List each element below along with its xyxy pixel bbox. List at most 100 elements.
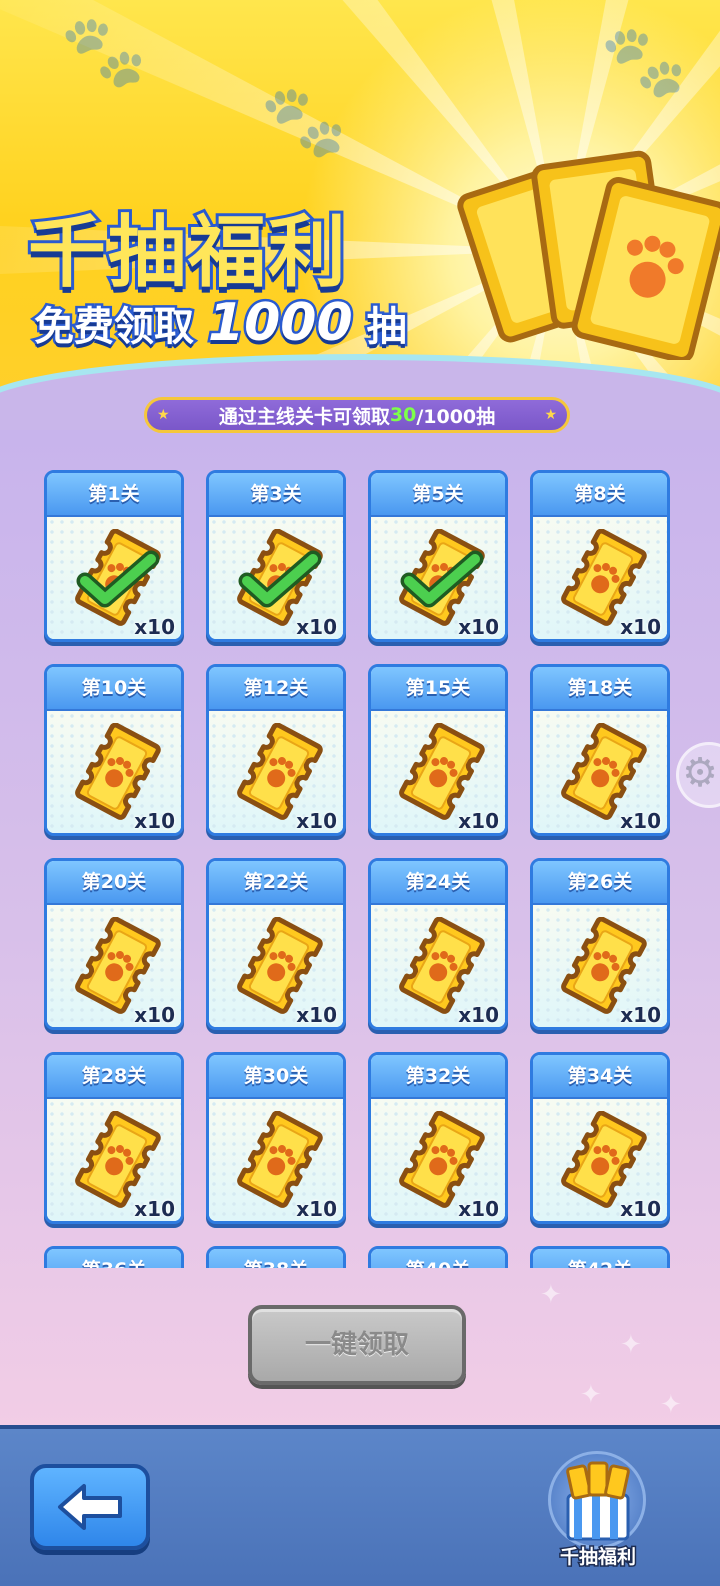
reward-count: x10 xyxy=(296,1197,337,1221)
golden-ticket-icon xyxy=(237,1111,323,1208)
reward-card-body: x10 xyxy=(371,1099,505,1221)
reward-card[interactable]: 第22关 x10 xyxy=(206,858,346,1030)
reward-level-label: 第5关 xyxy=(371,473,505,517)
golden-ticket-icon xyxy=(399,917,485,1014)
arrow-left-icon xyxy=(58,1484,122,1530)
golden-ticket-icon xyxy=(237,529,323,626)
reward-card[interactable]: 第24关 x10 xyxy=(368,858,508,1030)
golden-ticket-icon xyxy=(399,1111,485,1208)
reward-level-label: 第22关 xyxy=(209,861,343,905)
thousand-draw-welfare-button[interactable]: 千抽福利 xyxy=(548,1445,648,1575)
star-icon: ★ xyxy=(157,407,170,423)
golden-ticket-icon xyxy=(561,917,647,1014)
reward-card-body: x10 xyxy=(209,711,343,833)
golden-ticket-icon xyxy=(75,917,161,1014)
reward-count: x10 xyxy=(296,809,337,833)
golden-ticket-icon xyxy=(561,1111,647,1208)
reward-count: x10 xyxy=(296,1003,337,1027)
golden-ticket-icon xyxy=(237,917,323,1014)
reward-card-body: x10 xyxy=(371,905,505,1027)
reward-level-label: 第15关 xyxy=(371,667,505,711)
reward-card[interactable]: 第3关 x10 xyxy=(206,470,346,642)
reward-count: x10 xyxy=(134,615,175,639)
paw-watermark-icon: 🐾 xyxy=(600,20,688,102)
reward-count: x10 xyxy=(620,1003,661,1027)
subtitle-number: 1000 xyxy=(205,291,355,356)
reward-card[interactable]: 第12关 x10 xyxy=(206,664,346,836)
reward-count: x10 xyxy=(296,615,337,639)
golden-ticket-icon xyxy=(561,529,647,626)
reward-card[interactable]: 第34关 x10 xyxy=(530,1052,670,1224)
reward-level-label: 第26关 xyxy=(533,861,667,905)
reward-level-label: 第30关 xyxy=(209,1055,343,1099)
reward-count: x10 xyxy=(620,615,661,639)
golden-tickets-icon xyxy=(457,150,720,360)
reward-card[interactable]: 第20关 x10 xyxy=(44,858,184,1030)
reward-count: x10 xyxy=(620,809,661,833)
sparkle-icon: ✦ xyxy=(620,1330,642,1360)
reward-card[interactable]: 第28关 x10 xyxy=(44,1052,184,1224)
reward-card[interactable]: 第18关 x10 xyxy=(530,664,670,836)
progress-prefix: 通过主线关卡可领取 xyxy=(218,405,390,428)
progress-total: /1000抽 xyxy=(416,405,496,428)
progress-claimed: 30 xyxy=(389,404,417,426)
star-icon: ★ xyxy=(544,407,557,423)
back-button[interactable] xyxy=(30,1464,150,1550)
reward-card[interactable]: 第15关 x10 xyxy=(368,664,508,836)
reward-level-label: 第28关 xyxy=(47,1055,181,1099)
sparkle-icon: ✦ xyxy=(540,1280,562,1310)
reward-card-body: x10 xyxy=(533,905,667,1027)
reward-level-label: 第8关 xyxy=(533,473,667,517)
reward-level-label: 第24关 xyxy=(371,861,505,905)
reward-card-body: x10 xyxy=(209,517,343,639)
reward-card[interactable]: 第5关 x10 xyxy=(368,470,508,642)
reward-level-label: 第1关 xyxy=(47,473,181,517)
reward-count: x10 xyxy=(458,1197,499,1221)
reward-level-label: 第10关 xyxy=(47,667,181,711)
reward-level-label: 第34关 xyxy=(533,1055,667,1099)
reward-level-label: 第12关 xyxy=(209,667,343,711)
claim-all-button[interactable]: 一键领取 xyxy=(248,1305,466,1385)
reward-card-body: x10 xyxy=(533,711,667,833)
golden-ticket-icon xyxy=(75,529,161,626)
reward-level-label: 第20关 xyxy=(47,861,181,905)
reward-card-body: x10 xyxy=(47,1099,181,1221)
reward-card-body: x10 xyxy=(371,517,505,639)
reward-count: x10 xyxy=(458,1003,499,1027)
popcorn-tickets-icon xyxy=(566,1461,630,1541)
golden-ticket-icon xyxy=(399,723,485,820)
reward-card[interactable]: 第38关x10 xyxy=(206,1246,346,1268)
reward-card-body: x10 xyxy=(209,1099,343,1221)
reward-level-label: 第36关 xyxy=(47,1249,181,1268)
reward-count: x10 xyxy=(458,615,499,639)
reward-card[interactable]: 第8关 x10 xyxy=(530,470,670,642)
reward-count: x10 xyxy=(134,809,175,833)
reward-card[interactable]: 第1关 x10 xyxy=(44,470,184,642)
reward-card[interactable]: 第40关x10 xyxy=(368,1246,508,1268)
reward-card[interactable]: 第10关 x10 xyxy=(44,664,184,836)
subtitle-suffix: 抽 xyxy=(364,302,409,353)
reward-card[interactable]: 第32关 x10 xyxy=(368,1052,508,1224)
reward-card[interactable]: 第42关x10 xyxy=(530,1246,670,1268)
sparkle-icon: ✦ xyxy=(580,1380,602,1410)
event-title: 千抽福利 xyxy=(25,205,349,301)
reward-card[interactable]: 第30关 x10 xyxy=(206,1052,346,1224)
golden-ticket-icon xyxy=(561,723,647,820)
golden-ticket-icon xyxy=(75,1111,161,1208)
reward-card[interactable]: 第26关 x10 xyxy=(530,858,670,1030)
reward-count: x10 xyxy=(620,1197,661,1221)
paw-watermark-icon: 🐾 xyxy=(260,80,348,162)
reward-count: x10 xyxy=(134,1197,175,1221)
welfare-label: 千抽福利 xyxy=(558,1545,637,1570)
reward-card-body: x10 xyxy=(371,711,505,833)
golden-ticket-icon xyxy=(399,529,485,626)
reward-card-body: x10 xyxy=(47,517,181,639)
progress-ribbon: ★ 通过主线关卡可领取 30 /1000抽 ★ xyxy=(144,397,570,433)
reward-card[interactable]: 第36关x10 xyxy=(44,1246,184,1268)
subtitle-prefix: 免费领取 xyxy=(32,302,197,353)
reward-level-label: 第32关 xyxy=(371,1055,505,1099)
reward-level-label: 第18关 xyxy=(533,667,667,711)
reward-card-body: x10 xyxy=(209,905,343,1027)
reward-card-body: x10 xyxy=(47,905,181,1027)
paw-watermark-icon: 🐾 xyxy=(60,10,148,92)
